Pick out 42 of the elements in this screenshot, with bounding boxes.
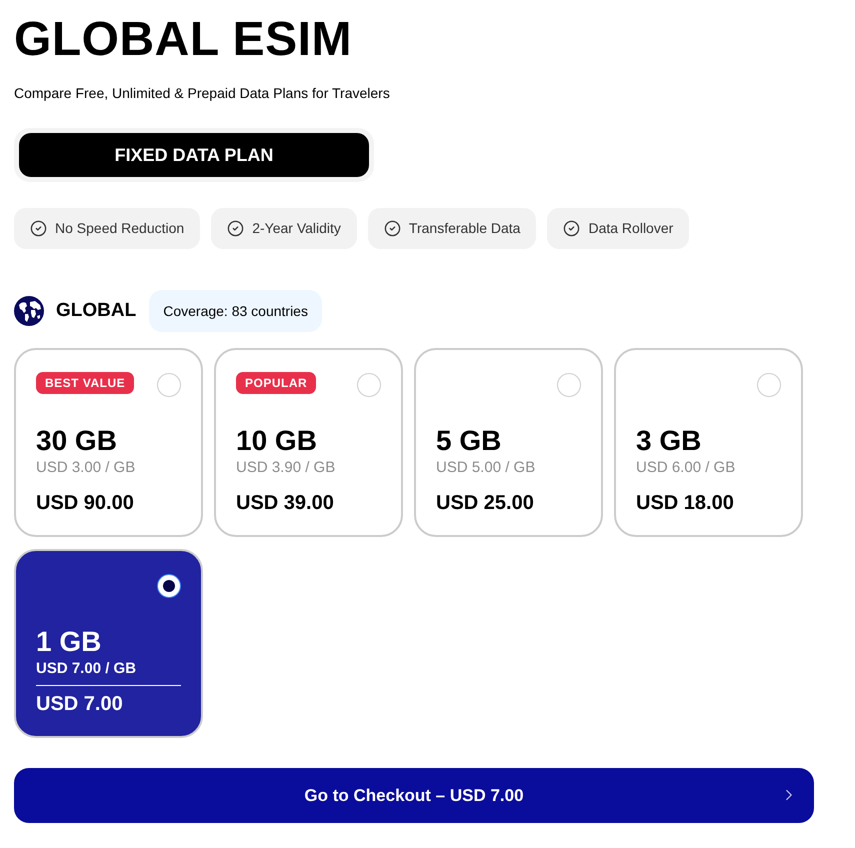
plan-type-tab[interactable]: FIXED DATA PLAN: [19, 133, 369, 177]
radio-icon[interactable]: [757, 373, 781, 397]
price-per-gb: USD 6.00 / GB: [636, 458, 736, 478]
plan-card[interactable]: 3 GB USD 6.00 / GB USD 18.00: [614, 348, 803, 537]
plan-card[interactable]: 5 GB USD 5.00 / GB USD 25.00: [414, 348, 603, 537]
plan-price: USD 25.00: [436, 491, 535, 515]
price-per-gb: USD 7.00 / GB: [36, 659, 138, 679]
check-circle-icon: [563, 220, 580, 237]
plan-data-amount: 3 GB: [636, 426, 702, 456]
feature-label: 2-Year Validity: [252, 219, 341, 238]
plan-card[interactable]: 1 GB USD 7.00 / GB USD 7.00: [14, 549, 203, 738]
plan-price: USD 39.00: [236, 491, 335, 515]
page-subtitle: Compare Free, Unlimited & Prepaid Data Plans for Travelers: [14, 84, 391, 102]
plan-data-amount: 30 GB: [36, 426, 118, 456]
globe-icon: [14, 296, 44, 326]
page-title: GLOBAL ESIM: [14, 16, 353, 64]
coverage-pill: Coverage: 83 countries: [149, 290, 322, 332]
price-per-gb: USD 3.90 / GB: [236, 458, 336, 478]
radio-icon[interactable]: [557, 373, 581, 397]
radio-icon[interactable]: [357, 373, 381, 397]
radio-selected-icon[interactable]: [157, 574, 181, 598]
plan-badge: POPULAR: [236, 372, 316, 394]
plan-card[interactable]: POPULAR 10 GB USD 3.90 / GB USD 39.00: [214, 348, 403, 537]
feature-label: Data Rollover: [588, 219, 674, 238]
plan-data-amount: 10 GB: [236, 426, 318, 456]
price-per-gb: USD 5.00 / GB: [436, 458, 536, 478]
feature-label: Transferable Data: [408, 219, 520, 238]
price-per-gb: USD 3.00 / GB: [36, 458, 136, 478]
plan-price: USD 7.00: [36, 692, 124, 716]
feature-label: No Speed Reduction: [55, 219, 184, 238]
plan-card[interactable]: BEST VALUE 30 GB USD 3.00 / GB USD 90.00: [14, 348, 203, 537]
plan-data-amount: 1 GB: [36, 627, 102, 657]
plan-price: USD 90.00: [36, 491, 135, 515]
region-name: GLOBAL: [56, 298, 136, 323]
plan-price: USD 18.00: [636, 491, 735, 515]
check-circle-icon: [227, 220, 244, 237]
check-circle-icon: [384, 220, 401, 237]
plan-badge: BEST VALUE: [36, 372, 134, 394]
check-circle-icon: [30, 220, 47, 237]
checkout-button[interactable]: Go to Checkout – USD 7.00: [14, 768, 814, 823]
radio-icon[interactable]: [157, 373, 181, 397]
plan-data-amount: 5 GB: [436, 426, 502, 456]
